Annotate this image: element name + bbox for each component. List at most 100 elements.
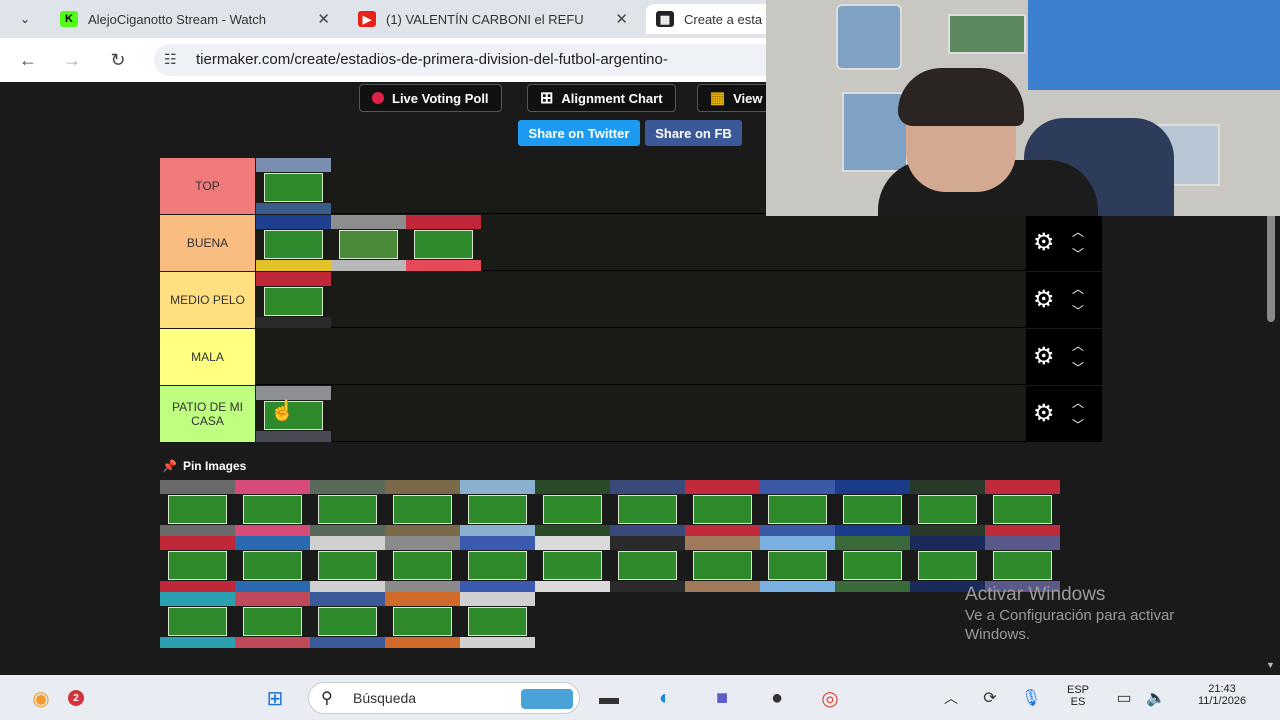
stadium-image[interactable] xyxy=(910,480,985,536)
widgets-icon[interactable]: ◉ 2 xyxy=(26,683,84,713)
stadium-image[interactable] xyxy=(235,480,310,536)
back-arrow-icon[interactable]: ← xyxy=(16,48,40,72)
chrome-icon[interactable]: ◎ xyxy=(814,683,846,713)
close-icon[interactable]: ✕ xyxy=(615,10,628,28)
view-button[interactable]: ▦ View xyxy=(697,84,777,112)
share-facebook-button[interactable]: Share on FB xyxy=(645,120,742,146)
stadium-image[interactable] xyxy=(535,480,610,536)
chevron-down-icon[interactable]: ﹀ xyxy=(1072,416,1084,433)
record-dot-icon xyxy=(372,92,384,104)
chevron-down-icon[interactable]: ﹀ xyxy=(1072,245,1084,262)
search-icon: ⚲ xyxy=(321,690,333,707)
gear-icon[interactable]: ⚙ xyxy=(1033,229,1055,257)
close-icon[interactable]: ✕ xyxy=(317,10,330,28)
stadium-image[interactable] xyxy=(835,480,910,536)
stadium-image[interactable] xyxy=(406,215,481,271)
edge-icon[interactable]: ◐ xyxy=(650,683,680,713)
stadium-image[interactable] xyxy=(535,536,610,592)
microphone-icon[interactable]: 🎙 xyxy=(1020,683,1042,713)
stadium-image[interactable] xyxy=(256,158,331,214)
scroll-down-arrow-icon[interactable]: ▼ xyxy=(1266,660,1275,670)
tier-label[interactable]: MEDIO PELO xyxy=(160,272,255,328)
gear-icon[interactable]: ⚙ xyxy=(1033,286,1055,314)
grid-icon: ⊞ xyxy=(540,90,554,107)
scrollbar-thumb[interactable] xyxy=(1267,212,1275,322)
search-placeholder: Búsqueda xyxy=(353,690,417,706)
tab-title: (1) VALENTÍN CARBONI el REFU xyxy=(386,11,584,27)
chevron-up-icon[interactable]: ︿ xyxy=(940,683,962,713)
chevron-up-icon[interactable]: ︿ xyxy=(1072,223,1084,240)
language-code: ESP xyxy=(1066,684,1089,696)
stadium-image[interactable] xyxy=(760,480,835,536)
stadium-image[interactable] xyxy=(310,536,385,592)
language-indicator[interactable]: ESP ES xyxy=(1060,684,1096,708)
tab-tiermaker[interactable]: ▦ Create a esta xyxy=(646,4,786,34)
stadium-image[interactable] xyxy=(310,592,385,648)
stadium-image[interactable] xyxy=(985,480,1060,536)
forward-arrow-icon[interactable]: → xyxy=(60,48,84,72)
chevron-down-icon[interactable]: ﹀ xyxy=(1072,359,1084,376)
framed-picture xyxy=(948,14,1026,54)
volume-icon[interactable]: 🔈 xyxy=(1144,683,1168,713)
tab-youtube[interactable]: ▶ (1) VALENTÍN CARBONI el REFU ✕ xyxy=(348,4,638,34)
stadium-image[interactable] xyxy=(385,536,460,592)
taskbar-search-box[interactable]: ⚲ Búsqueda xyxy=(308,682,580,714)
stadium-image[interactable] xyxy=(460,536,535,592)
stadium-image[interactable] xyxy=(835,536,910,592)
tab-search-menu-button[interactable]: ⌄ xyxy=(12,7,38,31)
tab-kick-stream[interactable]: K AlejoCiganotto Stream - Watch ✕ xyxy=(50,4,340,34)
pin-images-toggle[interactable]: 📌 Pin Images xyxy=(162,459,246,473)
stadium-image[interactable] xyxy=(235,536,310,592)
start-windows-icon[interactable]: ⊞ xyxy=(260,683,290,713)
racing-flag xyxy=(1028,0,1280,90)
stadium-image[interactable] xyxy=(610,480,685,536)
activate-windows-watermark: Activar Windows Ve a Configuración para … xyxy=(965,584,1174,644)
stadium-image[interactable] xyxy=(460,480,535,536)
search-highlight-image xyxy=(521,689,573,709)
tab-title: AlejoCiganotto Stream - Watch xyxy=(88,11,266,27)
stadium-image[interactable] xyxy=(460,592,535,648)
stadium-image[interactable] xyxy=(331,215,406,271)
stadium-image[interactable] xyxy=(235,592,310,648)
clock-time: 21:43 xyxy=(1208,683,1236,695)
site-settings-icon[interactable]: ☷ xyxy=(164,51,177,68)
alignment-chart-button[interactable]: ⊞ Alignment Chart xyxy=(527,84,676,112)
tier-label[interactable]: TOP xyxy=(160,158,255,214)
gear-icon[interactable]: ⚙ xyxy=(1033,400,1055,428)
stadium-image[interactable] xyxy=(685,536,760,592)
clock[interactable]: 21:43 11/1/2026 xyxy=(1180,683,1264,707)
tier-label[interactable]: BUENA xyxy=(160,215,255,271)
reload-icon[interactable]: ↻ xyxy=(106,48,130,72)
url-text[interactable]: tiermaker.com/create/estadios-de-primera… xyxy=(196,51,668,68)
stadium-image[interactable] xyxy=(160,592,235,648)
stadium-image[interactable] xyxy=(310,480,385,536)
chevron-up-icon[interactable]: ︿ xyxy=(1072,280,1084,297)
stadium-image[interactable] xyxy=(760,536,835,592)
tiermaker-icon: ▦ xyxy=(656,11,674,27)
stadium-image[interactable] xyxy=(160,480,235,536)
stadium-image[interactable] xyxy=(256,215,331,271)
obs-icon[interactable]: ● xyxy=(762,683,792,713)
stadium-image[interactable] xyxy=(610,536,685,592)
stadium-image[interactable] xyxy=(256,272,331,328)
stadium-image[interactable] xyxy=(160,536,235,592)
stadium-image[interactable] xyxy=(385,592,460,648)
button-label: Live Voting Poll xyxy=(392,90,489,106)
chevron-down-icon[interactable]: ﹀ xyxy=(1072,302,1084,319)
teams-icon[interactable]: ■ xyxy=(707,683,737,713)
task-view-icon[interactable]: ▬ xyxy=(594,683,624,713)
chevron-up-icon[interactable]: ︿ xyxy=(1072,394,1084,411)
gear-icon[interactable]: ⚙ xyxy=(1033,343,1055,371)
network-icon[interactable]: ▭ xyxy=(1112,683,1136,713)
stadium-image[interactable] xyxy=(385,480,460,536)
windows-taskbar: ◉ 2 ⊞ ⚲ Búsqueda ▬ ◐ ■ ● ◎ ︿ ⟳ 🎙 ESP ES … xyxy=(0,675,1280,720)
share-twitter-button[interactable]: Share on Twitter xyxy=(518,120,640,146)
live-voting-poll-button[interactable]: Live Voting Poll xyxy=(359,84,502,112)
region-code: ES xyxy=(1070,696,1086,708)
pin-icon: 📌 xyxy=(162,459,177,473)
sync-icon[interactable]: ⟳ xyxy=(978,683,1002,713)
chevron-up-icon[interactable]: ︿ xyxy=(1072,337,1084,354)
stadium-image[interactable] xyxy=(685,480,760,536)
tier-label[interactable]: MALA xyxy=(160,329,255,385)
tier-label[interactable]: PATIO DE MI CASA xyxy=(160,386,255,442)
